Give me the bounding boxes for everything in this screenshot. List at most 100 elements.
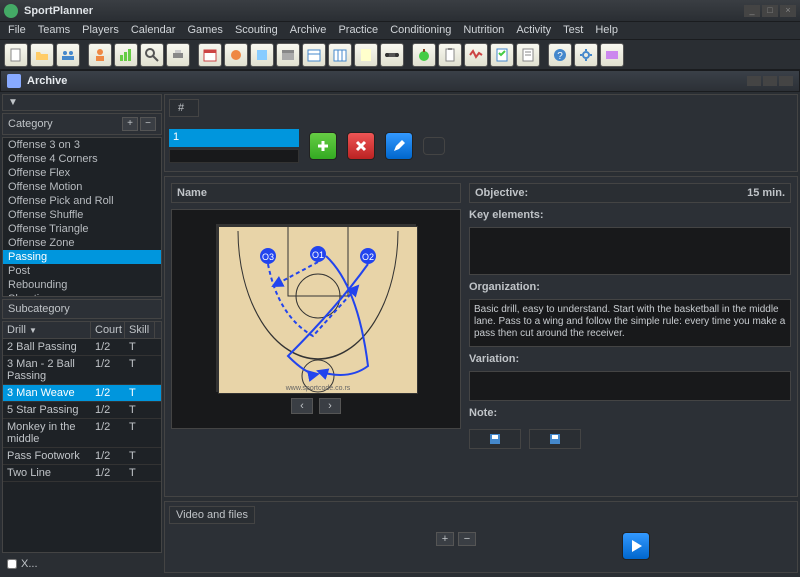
- diagram-nav: ‹ ›: [291, 398, 341, 414]
- sidebar: ▼ Category + − Offense 3 on 3Offense 4 C…: [2, 94, 162, 573]
- category-item[interactable]: Offense Pick and Roll: [3, 194, 161, 208]
- menu-practice[interactable]: Practice: [338, 24, 378, 37]
- category-item[interactable]: Rebounding: [3, 278, 161, 292]
- toolbar-teams-icon[interactable]: [56, 43, 80, 67]
- panel-minimize-button[interactable]: [747, 76, 761, 86]
- toolbar-scouting-icon[interactable]: [250, 43, 274, 67]
- app-icon: [4, 4, 18, 18]
- organization-label: Organization:: [469, 279, 791, 295]
- video-play-button[interactable]: [622, 532, 650, 560]
- panel-maximize-button[interactable]: [763, 76, 777, 86]
- category-item[interactable]: Offense 4 Corners: [3, 152, 161, 166]
- toolbar-print-icon[interactable]: [166, 43, 190, 67]
- toolbar-nutrition-icon[interactable]: [412, 43, 436, 67]
- toolbar-month-icon[interactable]: [328, 43, 352, 67]
- toolbar-open-icon[interactable]: [30, 43, 54, 67]
- drill-row[interactable]: 5 Star Passing1/2T: [3, 402, 161, 419]
- toolbar-help-icon[interactable]: ?: [548, 43, 572, 67]
- menu-games[interactable]: Games: [187, 24, 222, 37]
- category-remove-button[interactable]: −: [140, 117, 156, 131]
- category-item[interactable]: Offense Triangle: [3, 222, 161, 236]
- category-item[interactable]: Shooting: [3, 292, 161, 297]
- col-court[interactable]: Court: [91, 322, 125, 338]
- key-elements-field[interactable]: [469, 227, 791, 275]
- col-skill[interactable]: Skill: [125, 322, 155, 338]
- detail-right: Objective: 15 min. Key elements: Organiz…: [469, 183, 791, 490]
- toolbar-settings-icon[interactable]: [574, 43, 598, 67]
- category-add-button[interactable]: +: [122, 117, 138, 131]
- category-item[interactable]: Offense Flex: [3, 166, 161, 180]
- filter-icon[interactable]: ▼: [8, 97, 18, 108]
- drill-table-header: Drill ▼ Court Skill: [3, 322, 161, 339]
- archive-panel-icon: [7, 74, 21, 88]
- menu-teams[interactable]: Teams: [38, 24, 70, 37]
- toolbar-games-icon[interactable]: [224, 43, 248, 67]
- menu-conditioning[interactable]: Conditioning: [390, 24, 451, 37]
- sequence-add-button[interactable]: [309, 132, 337, 160]
- menu-nutrition[interactable]: Nutrition: [463, 24, 504, 37]
- panel-title: Archive: [27, 75, 747, 87]
- svg-text:O2: O2: [362, 252, 374, 262]
- maximize-button[interactable]: □: [762, 5, 778, 17]
- toolbar-test-icon[interactable]: [490, 43, 514, 67]
- footer-checkbox[interactable]: [7, 559, 17, 569]
- close-button[interactable]: ×: [780, 5, 796, 17]
- minimize-button[interactable]: _: [744, 5, 760, 17]
- toolbar-practice-icon[interactable]: [354, 43, 378, 67]
- toolbar-calendar-icon[interactable]: [198, 43, 222, 67]
- detail-left: Name O3 O1 O2: [171, 183, 461, 490]
- drill-row[interactable]: Monkey in the middle1/2T: [3, 419, 161, 448]
- sequence-edit-button[interactable]: [385, 132, 413, 160]
- category-item[interactable]: Post: [3, 264, 161, 278]
- category-item[interactable]: Offense Shuffle: [3, 208, 161, 222]
- toolbar-player-icon[interactable]: [88, 43, 112, 67]
- diagram-prev-button[interactable]: ‹: [291, 398, 313, 414]
- save-button[interactable]: [469, 429, 521, 449]
- toolbar-report-icon[interactable]: [516, 43, 540, 67]
- toolbar-conditioning-icon[interactable]: [380, 43, 404, 67]
- toolbar-week-icon[interactable]: [302, 43, 326, 67]
- drill-row[interactable]: 2 Ball Passing1/2T: [3, 339, 161, 356]
- drill-table: Drill ▼ Court Skill 2 Ball Passing1/2T3 …: [2, 321, 162, 553]
- video-remove-button[interactable]: −: [458, 532, 476, 546]
- toolbar-media-icon[interactable]: [600, 43, 624, 67]
- video-add-button[interactable]: +: [436, 532, 454, 546]
- menu-test[interactable]: Test: [563, 24, 583, 37]
- menu-calendar[interactable]: Calendar: [131, 24, 176, 37]
- key-elements-label: Key elements:: [469, 207, 791, 223]
- category-item[interactable]: Offense Motion: [3, 180, 161, 194]
- drill-row[interactable]: 3 Man Weave1/2T: [3, 385, 161, 402]
- menu-file[interactable]: File: [8, 24, 26, 37]
- variation-field[interactable]: [469, 371, 791, 401]
- drill-row[interactable]: Pass Footwork1/2T: [3, 448, 161, 465]
- menu-activity[interactable]: Activity: [516, 24, 551, 37]
- organization-field[interactable]: Basic drill, easy to understand. Start w…: [469, 299, 791, 347]
- duration-value: 15 min.: [747, 187, 785, 199]
- sequence-item[interactable]: 1: [169, 129, 299, 147]
- objective-row: Objective: 15 min.: [469, 183, 791, 203]
- menu-help[interactable]: Help: [595, 24, 618, 37]
- category-item[interactable]: Offense Zone: [3, 236, 161, 250]
- toolbar-stats-icon[interactable]: [114, 43, 138, 67]
- drill-row[interactable]: 3 Man - 2 Ball Passing1/2T: [3, 356, 161, 385]
- sequence-hash: #: [169, 99, 199, 117]
- category-item[interactable]: Offense 3 on 3: [3, 138, 161, 152]
- col-drill[interactable]: Drill ▼: [3, 322, 91, 338]
- sequence-delete-button[interactable]: [347, 132, 375, 160]
- toolbar-archive-icon[interactable]: [276, 43, 300, 67]
- save-as-button[interactable]: [529, 429, 581, 449]
- panel-close-button[interactable]: [779, 76, 793, 86]
- toolbar-new-icon[interactable]: [4, 43, 28, 67]
- category-item[interactable]: Passing: [3, 250, 161, 264]
- sequence-extra-button[interactable]: [423, 137, 445, 155]
- diagram-next-button[interactable]: ›: [319, 398, 341, 414]
- toolbar-clipboard-icon[interactable]: [438, 43, 462, 67]
- menu-archive[interactable]: Archive: [290, 24, 327, 37]
- video-file-controls: + −: [436, 532, 476, 546]
- toolbar-activity-icon[interactable]: [464, 43, 488, 67]
- toolbar-search-icon[interactable]: [140, 43, 164, 67]
- menu-players[interactable]: Players: [82, 24, 119, 37]
- category-list: Offense 3 on 3Offense 4 CornersOffense F…: [2, 137, 162, 297]
- menu-scouting[interactable]: Scouting: [235, 24, 278, 37]
- drill-row[interactable]: Two Line1/2T: [3, 465, 161, 482]
